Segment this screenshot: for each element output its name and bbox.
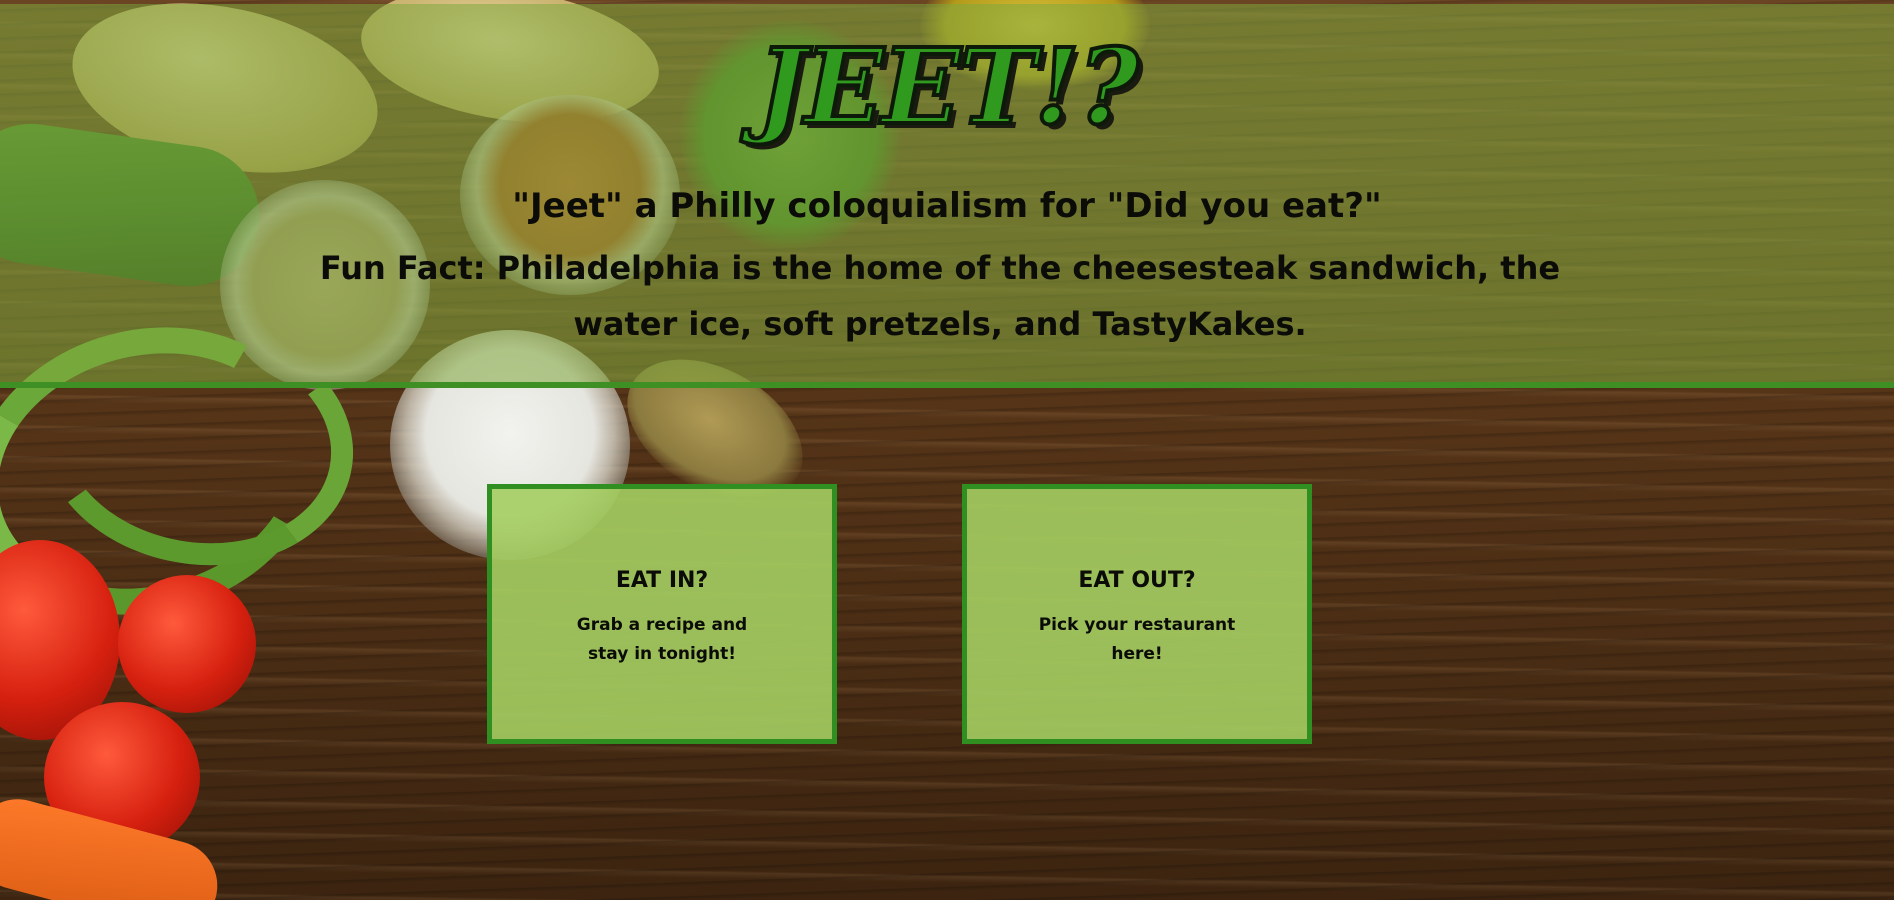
- eat-in-title: EAT IN?: [615, 568, 709, 593]
- eat-in-description: Grab a recipe and stay in tonight!: [576, 615, 748, 664]
- tomato-image: [118, 575, 256, 713]
- fun-fact: Fun Fact: Philadelphia is the home of th…: [319, 249, 1561, 343]
- site-logo[interactable]: JEET!?: [0, 30, 1894, 144]
- eat-in-card[interactable]: EAT IN? Grab a recipe and stay in tonigh…: [487, 484, 837, 744]
- eat-out-card[interactable]: EAT OUT? Pick your restaurant here!: [962, 484, 1312, 744]
- eat-out-title: EAT OUT?: [1078, 568, 1196, 593]
- site-header: JEET!? "Jeet" a Philly coloquialism for …: [0, 4, 1894, 388]
- eat-out-description: Pick your restaurant here!: [1038, 615, 1236, 664]
- site-subtitle: "Jeet" a Philly coloquialism for "Did yo…: [512, 186, 1382, 226]
